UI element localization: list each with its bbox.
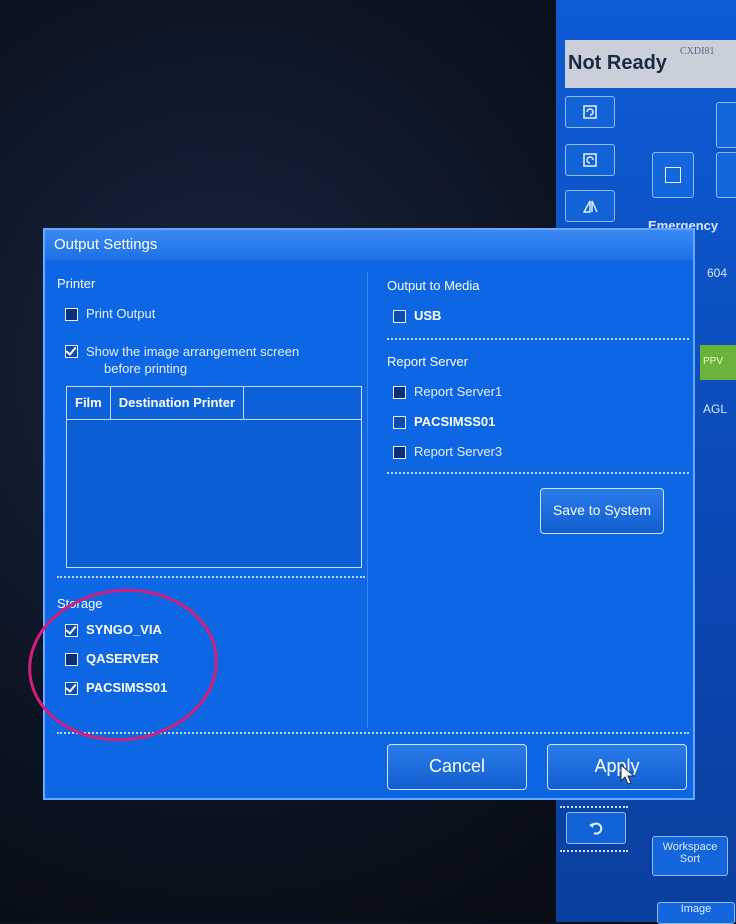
report-server-checkbox[interactable]	[393, 446, 406, 459]
status-indicator: Not Ready CXDI81	[565, 40, 736, 88]
storage-item-label: SYNGO_VIA	[86, 622, 162, 637]
rotate-button[interactable]	[565, 96, 615, 128]
rotate-left-button[interactable]	[565, 144, 615, 176]
storage-item-label: PACSIMSS01	[86, 680, 168, 695]
output-to-media-title: Output to Media	[387, 278, 480, 293]
rotate-icon	[583, 105, 597, 119]
image-label: Image	[680, 903, 712, 915]
report-server-title: Report Server	[387, 354, 468, 369]
usb-checkbox[interactable]	[393, 310, 406, 323]
report-server-label: PACSIMSS01	[414, 414, 496, 429]
number-fragment: 604	[707, 266, 728, 280]
storage-checkbox[interactable]	[65, 653, 78, 666]
output-settings-dialog: Output Settings Printer Print Output Sho…	[43, 228, 695, 800]
report-server-label: Report Server3	[414, 444, 503, 459]
media-item-usb[interactable]: USB	[393, 308, 441, 323]
show-arrangement-label: Show the image arrangement screen before…	[86, 343, 299, 377]
code-fragment-2: AGL	[703, 402, 728, 416]
report-server-label: Report Server1	[414, 384, 503, 399]
report-server-item-3[interactable]: Report Server3	[393, 444, 502, 459]
rotate-left-icon	[583, 153, 597, 167]
printer-table-header: Film Destination Printer	[67, 387, 361, 420]
edge-button-mid[interactable]	[716, 152, 736, 198]
undo-button[interactable]	[566, 812, 626, 844]
apply-button[interactable]: Apply	[547, 744, 687, 790]
report-server-item-2[interactable]: PACSIMSS01	[393, 414, 495, 429]
flip-icon	[582, 200, 598, 213]
print-output-checkbox-row[interactable]: Print Output	[65, 306, 155, 321]
storage-checkbox[interactable]	[65, 624, 78, 637]
print-output-checkbox[interactable]	[65, 308, 78, 321]
printer-divider	[57, 576, 365, 578]
report-server-checkbox[interactable]	[393, 386, 406, 399]
report-server-checkbox[interactable]	[393, 416, 406, 429]
report-server-item-1[interactable]: Report Server1	[393, 384, 502, 399]
column-film[interactable]: Film	[67, 387, 111, 419]
storage-item-pacsimss01[interactable]: PACSIMSS01	[65, 680, 167, 695]
mouse-pointer-icon	[620, 764, 636, 785]
divider	[560, 806, 628, 808]
undo-icon	[589, 822, 603, 835]
column-destination-printer[interactable]: Destination Printer	[111, 387, 245, 419]
show-arrangement-label-line2: before printing	[104, 361, 188, 376]
save-to-system-button[interactable]: Save to System	[540, 488, 664, 534]
print-output-label: Print Output	[86, 306, 156, 321]
media-divider	[387, 338, 689, 340]
show-arrangement-checkbox-row[interactable]: Show the image arrangement screen before…	[65, 343, 299, 377]
storage-section-title: Storage	[57, 596, 103, 611]
column-separator	[367, 272, 368, 728]
frame-button[interactable]	[652, 152, 694, 198]
edge-button-top[interactable]	[716, 102, 736, 148]
flip-button[interactable]	[565, 190, 615, 222]
image-button[interactable]: Image	[657, 902, 735, 924]
code-fragment-1: PPV	[703, 356, 724, 367]
footer-divider	[57, 732, 689, 734]
device-model: CXDI81	[680, 46, 715, 57]
frame-icon	[665, 167, 681, 183]
storage-item-label: QASERVER	[86, 651, 159, 666]
usb-label: USB	[414, 308, 442, 323]
printer-section-title: Printer	[57, 276, 96, 291]
workspace-sort-button[interactable]: Workspace Sort	[652, 836, 728, 876]
workspace-sort-label: Workspace Sort	[662, 841, 718, 865]
divider	[560, 850, 628, 852]
show-arrangement-label-line1: Show the image arrangement screen	[86, 344, 300, 359]
printer-table[interactable]: Film Destination Printer	[66, 386, 362, 568]
dialog-title: Output Settings	[45, 230, 693, 260]
cancel-button[interactable]: Cancel	[387, 744, 527, 790]
report-server-divider	[387, 472, 689, 474]
status-label: Not Ready	[568, 52, 667, 74]
storage-item-qaserver[interactable]: QASERVER	[65, 651, 159, 666]
storage-checkbox[interactable]	[65, 682, 78, 695]
storage-item-syngo-via[interactable]: SYNGO_VIA	[65, 622, 162, 637]
show-arrangement-checkbox[interactable]	[65, 345, 78, 358]
